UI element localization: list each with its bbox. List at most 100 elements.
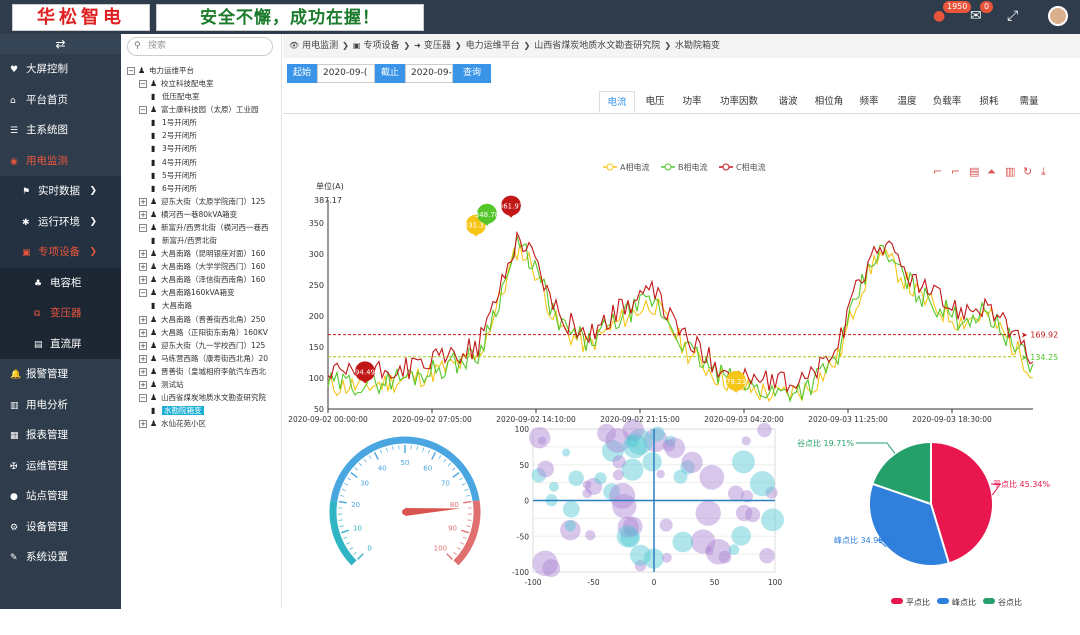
line-type-icon[interactable]: ⏶ bbox=[987, 165, 996, 178]
tab-3[interactable]: 功率因数 bbox=[711, 91, 767, 113]
sidebar-item[interactable]: ⚙设备管理 bbox=[0, 512, 121, 543]
tree-node[interactable]: ▮6号开闭所 bbox=[151, 182, 282, 195]
sidebar-item[interactable]: ●站点管理 bbox=[0, 481, 121, 512]
mail-icon[interactable]: ✉ bbox=[970, 8, 982, 24]
tab-9[interactable]: 损耗 bbox=[969, 91, 1009, 113]
bar-type-icon[interactable]: ▥ bbox=[1005, 165, 1015, 178]
tree-node[interactable]: +♟迎东大街（太原学院南门）125 bbox=[139, 195, 282, 208]
zoom-icon[interactable]: ⌐ bbox=[933, 165, 942, 178]
tree-node[interactable]: +♟水仙花苑小区 bbox=[139, 417, 282, 430]
query-button[interactable]: 查询 bbox=[453, 64, 491, 83]
tree-expand-icon[interactable]: + bbox=[139, 381, 147, 389]
tree-node[interactable]: +♟迎东大街（九一学校西门）125 bbox=[139, 339, 282, 352]
tree-node[interactable]: −♟山西省煤炭地质水文勘查研究院 bbox=[139, 391, 282, 404]
tree-node[interactable]: +♟横河西一巷80kVA箱变 bbox=[139, 208, 282, 221]
breadcrumb-item[interactable]: 用电监测 bbox=[302, 41, 338, 51]
tree-node[interactable]: +♟测试站 bbox=[139, 378, 282, 391]
tree-expand-icon[interactable]: + bbox=[139, 263, 147, 271]
tree-node[interactable]: +♟晋善街（皇城相府李航汽车西北 bbox=[139, 365, 282, 378]
tree-expand-icon[interactable]: − bbox=[139, 224, 147, 232]
tree-expand-icon[interactable]: + bbox=[139, 342, 147, 350]
tree-node[interactable]: +♟马练营西路（康寿街西北角）20 bbox=[139, 352, 282, 365]
tab-6[interactable]: 频率 bbox=[849, 91, 889, 113]
tree-expand-icon[interactable]: − bbox=[139, 106, 147, 114]
tree-expand-icon[interactable]: + bbox=[139, 329, 147, 337]
sidebar-item[interactable]: ▤直流屏 bbox=[0, 329, 121, 360]
tree-node[interactable]: ▮2号开闭所 bbox=[151, 129, 282, 142]
tab-7[interactable]: 温度 bbox=[889, 91, 925, 113]
end-date-input[interactable]: 2020-09-( bbox=[405, 64, 453, 83]
tree-node[interactable]: +♟大昌南路（大学学院西门）160 bbox=[139, 260, 282, 273]
tree-expand-icon[interactable]: + bbox=[139, 420, 147, 428]
tree-node[interactable]: ▮5号开闭所 bbox=[151, 169, 282, 182]
tree-expand-icon[interactable]: − bbox=[127, 67, 135, 75]
restore-icon[interactable]: ↻ bbox=[1023, 165, 1032, 178]
tree-node[interactable]: +♟大昌南路（昆明银座对面）160 bbox=[139, 247, 282, 260]
start-date-input[interactable]: 2020-09-( bbox=[317, 64, 375, 83]
breadcrumb-item[interactable]: 变压器 bbox=[424, 41, 451, 51]
sidebar-item[interactable]: ☰主系统图 bbox=[0, 115, 121, 146]
tree-expand-icon[interactable]: + bbox=[139, 211, 147, 219]
tree-node[interactable]: ▮4号开闭所 bbox=[151, 156, 282, 169]
tab-10[interactable]: 需量 bbox=[1009, 91, 1049, 113]
tree-node[interactable]: ▮3号开闭所 bbox=[151, 142, 282, 155]
tree-node[interactable]: ▮1号开闭所 bbox=[151, 116, 282, 129]
tree-expand-icon[interactable]: + bbox=[139, 355, 147, 363]
tree-node[interactable]: −♟新富升/西贾北街（横河西一巷西 bbox=[139, 221, 282, 234]
breadcrumb-item[interactable]: 水勘院箱变 bbox=[675, 41, 720, 51]
sidebar-item[interactable]: ✎系统设置 bbox=[0, 542, 121, 573]
zoom-reset-icon[interactable]: ⌐ bbox=[951, 165, 960, 178]
sidebar-item[interactable]: ✱运行环境❯ bbox=[0, 207, 121, 238]
user-avatar[interactable] bbox=[1048, 6, 1068, 26]
breadcrumb-item[interactable]: 专项设备 bbox=[363, 41, 399, 51]
sidebar-item[interactable]: ▦报表管理 bbox=[0, 420, 121, 451]
breadcrumb-item[interactable]: 山西省煤炭地质水文勘查研究院 bbox=[534, 41, 660, 51]
tree-expand-icon[interactable]: − bbox=[139, 289, 147, 297]
tree-expand-icon[interactable]: + bbox=[139, 198, 147, 206]
sidebar-collapse-icon[interactable]: ⇄ bbox=[0, 34, 121, 54]
tab-5[interactable]: 相位角 bbox=[809, 91, 849, 113]
tab-1[interactable]: 电压 bbox=[637, 91, 673, 113]
sidebar-item[interactable]: ⌂平台首页 bbox=[0, 85, 121, 116]
tab-4[interactable]: 谐波 bbox=[767, 91, 809, 113]
legend-item[interactable]: C相电流 bbox=[719, 162, 766, 172]
pie-legend-item[interactable]: 峰点比 bbox=[937, 597, 976, 607]
tree-node[interactable]: −♟大昌南路160kVA箱变 bbox=[139, 286, 282, 299]
tree-expand-icon[interactable]: + bbox=[139, 276, 147, 284]
sidebar-item[interactable]: ♥大屏控制 bbox=[0, 54, 121, 85]
pie-legend-item[interactable]: 谷点比 bbox=[983, 597, 1022, 607]
tree-search-input[interactable]: ⚲ 搜索 bbox=[127, 37, 273, 56]
sidebar-item[interactable]: ⧉变压器 bbox=[0, 298, 121, 329]
tree-node[interactable]: ▮水勘院箱变 bbox=[151, 404, 282, 417]
data-view-icon[interactable]: ▤ bbox=[969, 165, 979, 178]
tree-node[interactable]: −♟富士康科技园（太原）工业园 bbox=[139, 103, 282, 116]
sidebar-item[interactable]: ⚑实时数据❯ bbox=[0, 176, 121, 207]
tree-expand-icon[interactable]: + bbox=[139, 250, 147, 258]
sidebar-item[interactable]: ✠运维管理 bbox=[0, 451, 121, 482]
download-icon[interactable]: ⤓ bbox=[1041, 165, 1046, 178]
fullscreen-icon[interactable]: ⤢ bbox=[1007, 8, 1018, 24]
tab-8[interactable]: 负载率 bbox=[925, 91, 969, 113]
tree-expand-icon[interactable]: − bbox=[139, 394, 147, 402]
tree-node[interactable]: −♟电力运维平台 bbox=[127, 64, 282, 77]
tree-node[interactable]: ▮低压配电室 bbox=[151, 90, 282, 103]
tree-expand-icon[interactable]: − bbox=[139, 80, 147, 88]
tab-0[interactable]: 电流 bbox=[599, 91, 635, 113]
pie-legend-item[interactable]: 平点比 bbox=[891, 597, 930, 607]
tab-2[interactable]: 功率 bbox=[673, 91, 711, 113]
tree-expand-icon[interactable]: + bbox=[139, 316, 147, 324]
breadcrumb-item[interactable]: 电力运维平台 bbox=[466, 41, 520, 51]
tree-expand-icon[interactable]: + bbox=[139, 368, 147, 376]
sidebar-item[interactable]: ▥用电分析 bbox=[0, 390, 121, 421]
tree-node[interactable]: ▮新富升/西贾北街 bbox=[151, 234, 282, 247]
legend-item[interactable]: A相电流 bbox=[603, 162, 649, 172]
legend-item[interactable]: B相电流 bbox=[661, 162, 708, 172]
sidebar-item[interactable]: ♣电容柜 bbox=[0, 268, 121, 299]
tree-node[interactable]: −♟校立科技配电室 bbox=[139, 77, 282, 90]
sidebar-item[interactable]: 🔔报警管理 bbox=[0, 359, 121, 390]
tree-node[interactable]: ▮大昌南路 bbox=[151, 299, 282, 312]
tree-node[interactable]: +♟大昌南路（泽信街西南角）160 bbox=[139, 273, 282, 286]
sidebar-item[interactable]: ▣专项设备❯ bbox=[0, 237, 121, 268]
tree-node[interactable]: +♟大昌路（正阳街东南角）160KV bbox=[139, 326, 282, 339]
sidebar-item[interactable]: ◉用电监测 bbox=[0, 146, 121, 177]
